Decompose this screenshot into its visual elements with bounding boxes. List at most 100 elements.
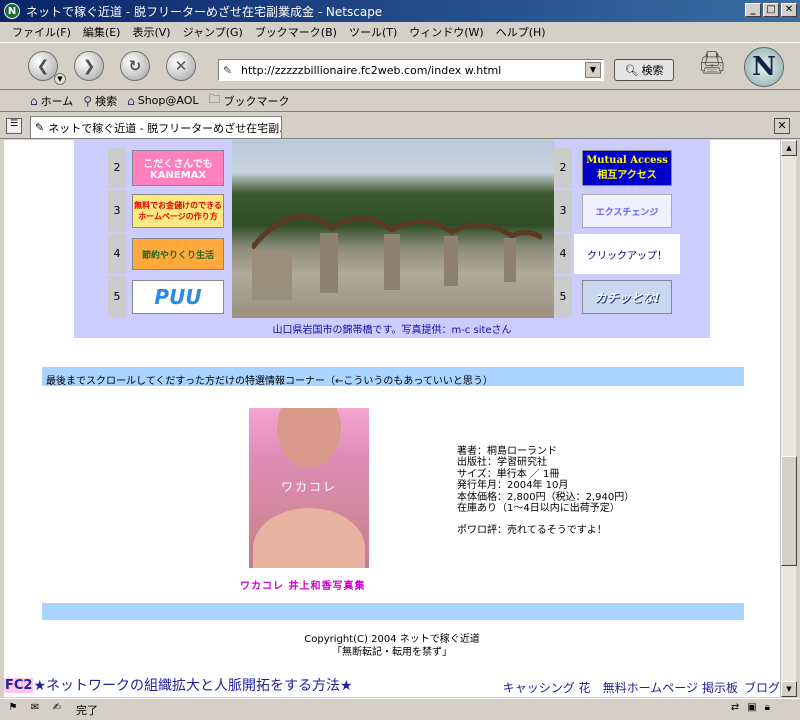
page-icon: ✎ xyxy=(35,121,45,134)
scroll-down-icon[interactable]: ▼ xyxy=(781,681,797,697)
rank-right-5: 5 xyxy=(554,276,572,318)
vertical-scrollbar[interactable]: ▲ ▼ xyxy=(780,140,797,697)
book-size: サイズ：単行本 ／ 1冊 xyxy=(457,468,560,480)
banner-kanemax[interactable]: こだくさんでも KANEMAX xyxy=(132,150,224,186)
rank-right-4: 4 xyxy=(554,234,572,274)
tab-bar: ☰ ✎ ネットで稼ぐ近道 - 脱フリーターめざせ在宅副... ✕ xyxy=(0,113,800,139)
mail-icon[interactable]: ✉ xyxy=(26,702,44,718)
back-arrow-icon: ❮ xyxy=(36,57,50,75)
popup-icon: ▣ xyxy=(747,702,757,713)
book-author: 著者：桐島ローランド xyxy=(457,446,557,457)
banner-kachitto[interactable]: カチッとな! xyxy=(582,280,672,314)
connection-icon: ⇄ xyxy=(730,702,740,713)
menu-edit[interactable]: 編集(E) xyxy=(77,24,127,40)
book-publisher: 出版社：学習研究社 xyxy=(457,457,547,469)
rank-left-2: 2 xyxy=(108,148,126,188)
book-stock: 在庫あり（1～4日以内に出荷予定） xyxy=(457,503,620,515)
menu-tools[interactable]: ツール(T) xyxy=(343,24,403,40)
toolbar-home[interactable]: ⌂ ホーム xyxy=(30,93,73,109)
footer-link-cashing[interactable]: キャッシング 花 xyxy=(503,679,591,696)
reload-button[interactable]: ↻ xyxy=(120,51,150,81)
banner-mutual-access[interactable]: Mutual Access 相互アクセス xyxy=(582,150,672,186)
menu-help[interactable]: ヘルプ(H) xyxy=(490,24,552,40)
copyright: Copyright(C) 2004 ネットで稼ぐ近道 「無断転記・転用を禁ず」 xyxy=(4,633,780,659)
print-icon[interactable]: 🖨︎ xyxy=(698,51,726,79)
rank-left-4: 4 xyxy=(108,234,126,274)
copyright-line: Copyright(C) 2004 ネットで稼ぐ近道 xyxy=(304,634,480,645)
close-button[interactable]: ✕ xyxy=(781,3,797,17)
banner-homepage[interactable]: 無料でお金儲けのできる ホームページの作り方 xyxy=(132,194,224,228)
netscape-logo[interactable]: N xyxy=(744,47,784,87)
toolbar-bookmarks[interactable]: 🗀︎ ブックマーク xyxy=(209,90,290,111)
footer-headline-link[interactable]: ★ネットワークの組織拡大と人脈開拓をする方法★ xyxy=(33,675,352,695)
menu-bar: ファイル(F) 編集(E) 表示(V) ジャンプ(G) ブックマーク(B) ツー… xyxy=(0,22,800,42)
navigation-toolbar: ❮ ▼ ❯ ↻ ✕ ✎ ▼ 🔍︎ 検索 🖨︎ N xyxy=(0,42,800,90)
fc2-footer: FC2 ★ネットワークの組織拡大と人脈開拓をする方法★ キャッシング 花 無料ホ… xyxy=(4,674,780,696)
page-content: 2 3 4 5 こだくさんでも KANEMAX 無料でお金儲けのできる ホームペ… xyxy=(4,140,780,697)
rank-right-3: 3 xyxy=(554,190,572,232)
book-spacer xyxy=(457,514,634,525)
book-date: 発行年月：2004年 10月 xyxy=(457,480,569,492)
scrollbar-thumb[interactable] xyxy=(781,456,797,566)
link-click-up[interactable]: クリックアップ！ xyxy=(574,234,680,274)
book-title-link[interactable]: ワカコレ 井上和香写真集 xyxy=(240,577,365,592)
menu-view[interactable]: 表示(V) xyxy=(126,24,176,40)
title-bar: N ネットで稼ぐ近道 - 脱フリーターめざせ在宅副業成金 - Netscape … xyxy=(0,0,800,22)
search-button[interactable]: 🔍︎ 検索 xyxy=(614,59,674,81)
banner-puu[interactable]: PUU xyxy=(132,280,224,314)
cover-face xyxy=(277,408,341,468)
fc2-logo[interactable]: FC2 xyxy=(4,677,34,693)
netscape-app-icon: N xyxy=(4,3,20,19)
book-info: 著者：桐島ローランド 出版社：学習研究社 サイズ：単行本 ／ 1冊 発行年月：2… xyxy=(457,446,634,537)
reload-icon: ↻ xyxy=(128,57,142,75)
stop-button[interactable]: ✕ xyxy=(166,51,196,81)
url-input[interactable] xyxy=(241,63,581,77)
page-icon: ✎ xyxy=(223,63,233,77)
tab-label: ネットで稼ぐ近道 - 脱フリーターめざせ在宅副... xyxy=(48,121,282,135)
kintaikyo-bridge-photo xyxy=(232,140,554,318)
bridge-illustration xyxy=(252,214,542,300)
photo-caption: 山口県岩国市の錦帯橋です。写真提供：m-c siteさん xyxy=(272,325,512,336)
url-history-dropdown[interactable]: ▼ xyxy=(585,62,601,78)
window-title: ネットで稼ぐ近道 - 脱フリーターめざせ在宅副業成金 - Netscape xyxy=(26,4,383,19)
book-cover-image[interactable]: ワカコレ xyxy=(249,408,369,568)
search-label: 検索 xyxy=(95,94,118,108)
back-history-dropdown[interactable]: ▼ xyxy=(54,73,66,85)
forward-button[interactable]: ❯ xyxy=(74,51,104,81)
home-label: ホーム xyxy=(40,94,74,108)
toolbar-search[interactable]: ⚲ 検索 xyxy=(83,93,117,109)
sidebar-toggle-icon[interactable]: ☰ xyxy=(6,118,22,134)
tab-current[interactable]: ✎ ネットで稼ぐ近道 - 脱フリーターめざせ在宅副... xyxy=(30,116,282,138)
menu-go[interactable]: ジャンプ(G) xyxy=(177,24,249,40)
copyright-notice: 「無断転記・転用を禁ず」 xyxy=(332,647,452,658)
forward-arrow-icon: ❯ xyxy=(82,57,96,75)
footer-link-free-homepage[interactable]: 無料ホームページ xyxy=(603,679,698,696)
search-icon: ⚲ xyxy=(83,93,93,108)
footer-link-bbs[interactable]: 掲示板 xyxy=(702,679,738,696)
maximize-button[interactable]: □ xyxy=(763,3,779,17)
rank-left-5: 5 xyxy=(108,276,126,318)
book-review: ポワロ評：売れてるそうですよ！ xyxy=(457,525,607,537)
rank-left-3: 3 xyxy=(108,190,126,232)
composer-icon[interactable]: ✍ xyxy=(48,702,66,718)
banner-exchange[interactable]: エクスチェンジ xyxy=(582,194,672,228)
footer-link-blog[interactable]: ブログ xyxy=(744,679,780,696)
menu-bookmarks[interactable]: ブックマーク(B) xyxy=(249,24,343,40)
banner-setsuyaku[interactable]: 節約やりくり生活 xyxy=(132,238,224,270)
navigator-icon[interactable]: ⚑ xyxy=(4,702,22,718)
security-lock-icon: 🔒︎ xyxy=(764,702,770,713)
close-tab-icon[interactable]: ✕ xyxy=(774,118,790,134)
scroll-up-icon[interactable]: ▲ xyxy=(781,140,797,156)
cover-figure xyxy=(253,508,365,568)
shop-aol-label: Shop@AOL xyxy=(137,94,199,107)
toolbar-shop-aol[interactable]: ⌂ Shop@AOL xyxy=(127,94,198,108)
url-bar[interactable]: ✎ ▼ xyxy=(218,59,604,81)
special-corner-label: 最後までスクロールしてくだすった方だけの特選情報コーナー（←こういうのもあってい… xyxy=(46,376,493,387)
status-text: 完了 xyxy=(76,703,98,717)
menu-window[interactable]: ウィンドウ(W) xyxy=(403,24,489,40)
search-button-label: 検索 xyxy=(641,64,664,77)
menu-file[interactable]: ファイル(F) xyxy=(6,24,77,40)
bottom-bar xyxy=(42,603,744,620)
personal-toolbar: ⌂ ホーム ⚲ 検索 ⌂ Shop@AOL 🗀︎ ブックマーク xyxy=(0,90,800,112)
minimize-button[interactable]: _ xyxy=(745,3,761,17)
